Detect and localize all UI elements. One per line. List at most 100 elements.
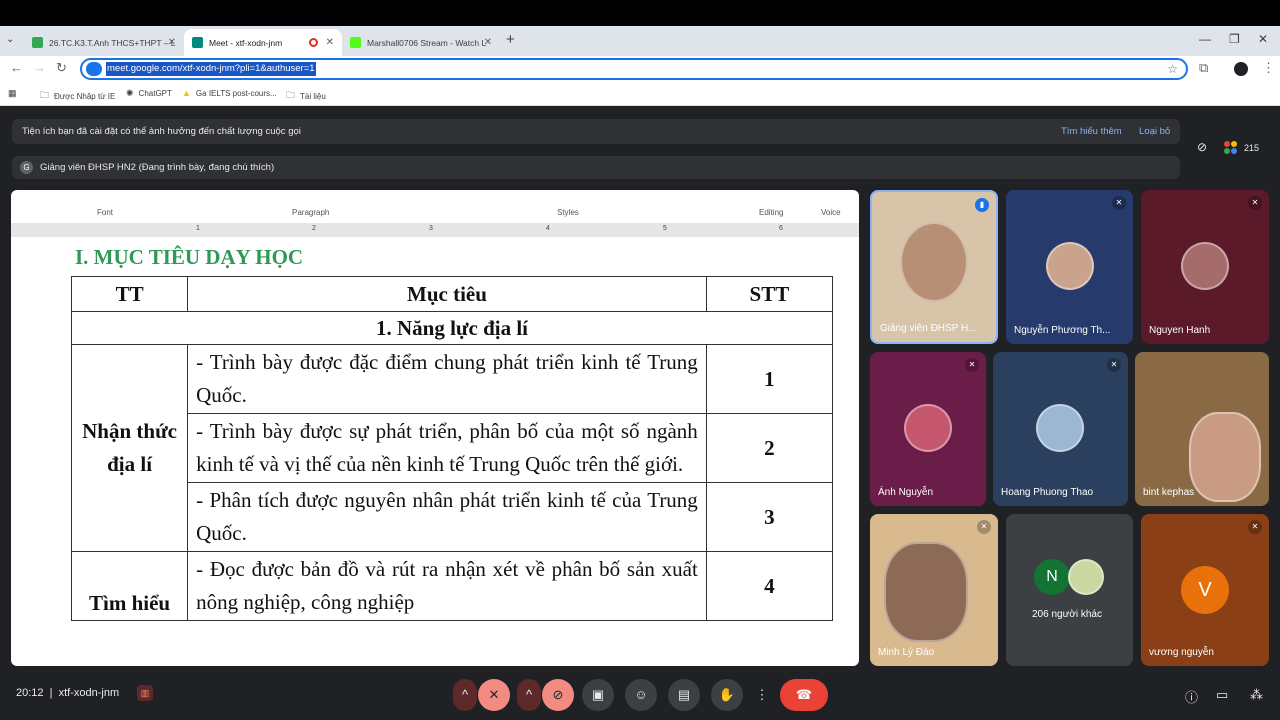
mic-off-icon: ✕: [965, 358, 979, 372]
window-top-strip: [0, 0, 1280, 26]
bookmark-item[interactable]: ✺ ChatGPT: [126, 88, 172, 99]
more-options-icon[interactable]: ⋮: [750, 679, 774, 711]
document-heading: I. MỤC TIÊU DẠY HỌC: [75, 245, 304, 269]
participant-name: Nguyen Hanh: [1149, 325, 1211, 336]
group-label: Tìm hiểu: [70, 551, 189, 621]
participant-tile[interactable]: bint kephas: [1135, 352, 1269, 506]
table-row: Nhận thức địa lí - Trình bày được đặc đi…: [70, 344, 834, 552]
video-feed: [884, 542, 968, 642]
url-field[interactable]: meet.google.com/xtf-xodn-jnm?pli=1&authu…: [80, 58, 1188, 80]
remove-link[interactable]: Loại bỏ: [1139, 126, 1170, 137]
emoji-button[interactable]: ☺: [625, 679, 657, 711]
close-window-icon[interactable]: ✕: [1258, 32, 1268, 46]
apps-icon[interactable]: ▦: [8, 88, 22, 99]
tab-label: 26.TC.K3.T.Anh THCS+THPT – L: [49, 37, 176, 48]
video-feed: [1189, 412, 1261, 502]
new-tab-button[interactable]: +: [506, 31, 515, 48]
chat-icon[interactable]: ▭: [1216, 687, 1228, 703]
learn-more-link[interactable]: Tìm hiểu thêm: [1061, 126, 1122, 137]
goal-cell: - Phân tích được nguyên nhân phát triển …: [187, 482, 707, 552]
activities-icon[interactable]: ⁂: [1250, 687, 1263, 703]
participant-name: bint kephas: [1143, 487, 1195, 498]
sheets-icon: [32, 37, 43, 48]
others-tile[interactable]: N 206 người khác: [1006, 514, 1133, 666]
tab-course[interactable]: 26.TC.K3.T.Anh THCS+THPT – L ✕: [24, 29, 184, 56]
count-label: 215: [1244, 143, 1260, 153]
video-feed: [900, 222, 968, 302]
bookmark-star-icon[interactable]: ☆: [1167, 62, 1178, 76]
minimize-icon[interactable]: —: [1199, 32, 1211, 46]
meeting-controls: 20:12 | xtf-xodn-jnm ▥ ^ ✕ ^ ⊘ ▣ ☺ ▤ ✋ ⋮…: [0, 674, 1280, 720]
mic-off-icon: ✕: [1248, 196, 1262, 210]
mic-off-button[interactable]: ✕: [478, 679, 510, 711]
camera-off-button[interactable]: ⊘: [542, 679, 574, 711]
meeting-info: 20:12 | xtf-xodn-jnm: [16, 687, 120, 699]
audio-options-icon[interactable]: ^: [453, 679, 477, 711]
restore-icon[interactable]: ❐: [1229, 32, 1240, 46]
ruler-mark: 6: [779, 225, 783, 232]
info-icon[interactable]: ⓘ: [1185, 687, 1198, 706]
participant-tile[interactable]: ▮ Giảng viên ĐHSP H...: [870, 190, 998, 344]
number-cell: 4: [705, 551, 834, 621]
goal-cell: - Trình bày được sự phát triển, phân bố …: [187, 413, 707, 483]
close-icon[interactable]: ✕: [326, 37, 334, 48]
avatar: N: [1034, 559, 1070, 595]
close-icon[interactable]: ✕: [168, 37, 176, 48]
back-icon[interactable]: ←: [10, 60, 23, 75]
camera-off-icon[interactable]: ⊘: [1197, 140, 1207, 154]
avatar: [1036, 404, 1084, 452]
participant-tile[interactable]: V ✕ vương nguyễn: [1141, 514, 1269, 666]
table-row: 1. Năng lực địa lí: [71, 311, 833, 345]
word-ribbon: Font Paragraph Styles Editing Voice: [11, 205, 859, 219]
mic-off-icon: ✕: [1248, 520, 1262, 534]
captions-button[interactable]: ▤: [668, 679, 700, 711]
avatar: [1068, 559, 1104, 595]
site-info-icon[interactable]: [86, 62, 102, 76]
forward-icon[interactable]: →: [33, 60, 46, 75]
presenter-label: Giảng viên ĐHSP HN2 (Đang trình bày, đan…: [40, 162, 275, 173]
tab-meet[interactable]: Meet - xtf-xodn-jnm ✕: [184, 29, 342, 56]
leave-call-button[interactable]: ☎: [780, 679, 828, 711]
menu-icon[interactable]: ⋮: [1262, 60, 1275, 76]
clock: 20:12: [16, 687, 44, 699]
tab-bar: ⌄ 26.TC.K3.T.Anh THCS+THPT – L ✕ Meet - …: [0, 26, 1280, 56]
present-button[interactable]: ▣: [582, 679, 614, 711]
bookmark-item[interactable]: ▲ Ga IELTS post-cours...: [182, 88, 277, 98]
section-heading: 1. Năng lực địa lí: [71, 311, 833, 345]
avatar: [904, 404, 952, 452]
kick-icon: [350, 37, 361, 48]
ribbon-label: Styles: [557, 208, 579, 217]
group-label: Nhận thức địa lí: [70, 344, 189, 552]
tab-search-icon[interactable]: ⌄: [6, 34, 14, 45]
bookmark-item[interactable]: 🗀 Được Nhập từ IE: [40, 88, 115, 104]
tab-stream[interactable]: Marshall0706 Stream - Watch L ✕: [342, 29, 500, 56]
profile-avatar[interactable]: [1234, 62, 1248, 76]
extensions-icon[interactable]: ⧉: [1199, 60, 1208, 76]
number-cell: 3: [705, 482, 834, 552]
avatar: V: [1181, 566, 1229, 614]
mic-off-icon: ✕: [977, 520, 991, 534]
participant-count[interactable]: 215: [1224, 137, 1259, 159]
bookmarks-bar: ▦ 🗀 Được Nhập từ IE ✺ ChatGPT ▲ Ga IELTS po…: [0, 82, 1280, 106]
participant-tile[interactable]: ✕ Ánh Nguyễn: [870, 352, 986, 506]
raise-hand-button[interactable]: ✋: [711, 679, 743, 711]
participant-tile[interactable]: ✕ Hoang Phuong Thao: [993, 352, 1128, 506]
extension-warning-banner: Tiện ích bạn đã cài đặt có thể ảnh hưởng…: [12, 119, 1180, 144]
mic-off-icon: ✕: [1112, 196, 1126, 210]
ruler-mark: 1: [196, 225, 200, 232]
banner-message: Tiện ích bạn đã cài đặt có thể ảnh hưởng…: [22, 126, 301, 137]
reload-icon[interactable]: ↻: [56, 60, 67, 76]
ruler-mark: 5: [663, 225, 667, 232]
url-text[interactable]: meet.google.com/xtf-xodn-jnm?pli=1&authu…: [106, 62, 316, 76]
goal-cell: - Trình bày được đặc điểm chung phát tri…: [187, 344, 707, 414]
ruler: 1 2 3 4 5 6: [11, 223, 859, 237]
mic-off-icon: ✕: [1107, 358, 1121, 372]
ruler-mark: 2: [312, 225, 316, 232]
participant-tile[interactable]: ✕ Nguyen Hanh: [1141, 190, 1269, 344]
participant-tile[interactable]: ✕ Minh Lý Đào: [870, 514, 998, 666]
close-icon[interactable]: ✕: [484, 37, 492, 48]
video-options-icon[interactable]: ^: [517, 679, 541, 711]
participant-tile[interactable]: ✕ Nguyễn Phương Th...: [1006, 190, 1133, 344]
bookmark-item[interactable]: 🗀 Tài liệu: [286, 88, 326, 104]
building-icon[interactable]: ▥: [137, 685, 153, 701]
